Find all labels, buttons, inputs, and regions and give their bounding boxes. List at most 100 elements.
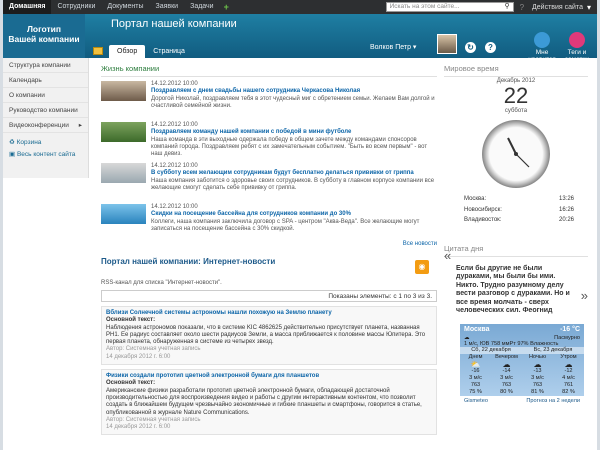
weather-city: Москва [464,325,490,333]
analog-clock [482,120,550,188]
all-content-link[interactable]: ▣ Весь контент сайта [3,149,88,161]
nav-home[interactable]: Домашняя [3,0,52,14]
list-item: 14.12.2012 10:00 Скидки на посещение басс… [101,204,437,243]
leftnav-management[interactable]: Руководство компании [3,103,88,118]
quote-prev-icon[interactable]: « [444,248,451,263]
help-circle-icon[interactable]: ? [485,42,496,53]
quote-next-icon[interactable]: » [581,288,588,303]
forecast-link[interactable]: Прогноз на 2 недели [526,398,580,404]
like-label-1: Мне [535,49,549,56]
forecast-humidity: 80 % [500,388,513,395]
forecast-humidity: 82 % [562,388,575,395]
weather-condition: Пасмурно [554,334,580,341]
chevron-down-icon[interactable]: ▾ [587,3,597,12]
like-button[interactable]: Мне нравится [523,32,561,63]
forecast-wind: 3 м/с [531,374,544,381]
list-item: Вблизи Солнечной системы астрономы нашли… [101,306,437,366]
leftnav-label: Руководство компании [9,107,78,114]
date-weekday: суббота [504,108,528,114]
feed-body: Американские физики разработали прототип… [106,387,422,416]
tz-city: Новосибирск: [464,206,502,213]
cloud-icon: ☁ [464,334,470,341]
forecast-wind: 4 м/с [562,374,575,381]
recycle-bin-label: Корзина [16,139,42,146]
search-icon[interactable]: ⚲ [504,3,509,11]
tags-label-1: Теги и [567,49,587,56]
leftnav-label: Видеоконференции [9,122,69,129]
list-item: 14.12.2012 10:00 В субботу всем желающим … [101,163,437,202]
leftnav-structure[interactable]: Структура компании [3,58,88,73]
help-icon[interactable]: ? [520,3,524,12]
recycle-bin-link[interactable]: ♻ Корзина [3,137,88,149]
feed-date: 14 декабря 2012 г. 6:00 [106,353,171,360]
forecast-day: Вс, 23 декабря [533,346,573,353]
feed-date: 14 декабря 2012 г. 6:00 [106,424,171,431]
search-placeholder: Искать на этом сайте... [389,3,460,10]
news-image[interactable] [101,81,146,101]
timezone-row: Владивосток: 20:26 [444,215,588,226]
nav-employees[interactable]: Сотрудники [51,0,101,14]
news-image[interactable] [101,122,146,142]
forecast-pressure: 763 [470,381,481,388]
news-title[interactable]: Поздравляем с днем свадьбы нашего сотруд… [151,88,437,95]
tab-overview[interactable]: Обзор [109,45,146,58]
news-image[interactable] [101,163,146,183]
rss-icon[interactable]: ◉ [415,260,429,274]
ribbon-tabs: Обзор Страница [93,45,193,58]
news-image[interactable] [101,204,146,224]
feed-author: Автор: Системная учетная запись [106,346,201,353]
all-content-label: Весь контент сайта [16,151,76,158]
feed-label: Основной текст: [106,380,156,387]
forecast-wind: 3 м/с [500,374,513,381]
leftnav-label: Календарь [9,77,42,84]
site-title[interactable]: Портал нашей компании [111,18,237,30]
weather-widget: Москва -16 °C ☁ Пасмурно 1 м/с, ЮВ 758 ммР… [460,323,584,406]
user-menu[interactable]: Волков Петр ▾ [370,43,416,51]
add-icon[interactable]: + [220,2,233,12]
top-navigation: Домашняя Сотрудники Документы Заявки Зад… [3,0,597,14]
left-navigation: Структура компании Календарь О компании … [3,58,89,178]
search-input[interactable]: Искать на этом сайте... ⚲ [385,2,514,12]
news-body: Наша команда в эти выходные одержала поб… [151,136,428,158]
forecast-humidity: 75 % [469,388,482,395]
chevron-right-icon: ▸ [78,122,82,129]
nav-documents[interactable]: Документы [101,0,149,14]
weather-provider-link[interactable]: Gismeteo [464,398,488,404]
rss-section-title: Портал нашей компании: Интернет-новости [101,257,276,266]
leftnav-calendar[interactable]: Календарь [3,73,88,88]
forecast-temp: -13 [533,367,542,374]
folder-icon[interactable] [93,47,103,55]
forecast-temp: -14 [502,367,511,374]
main-content: Жизнь компании 14.12.2012 10:00 Поздравля… [101,64,437,436]
quote-title: Цитата дня [444,244,588,257]
tz-time: 13:26 [558,196,574,202]
leftnav-video[interactable]: Видеоконференции ▸ [3,118,88,133]
news-title[interactable]: Поздравляем команду нашей компании с поб… [151,129,437,136]
rss-pager: Показаны элементы: с 1 по 3 из 3. [101,290,437,302]
nav-tasks[interactable]: Задачи [184,0,220,14]
sun-cloud-icon: ⛅ [470,359,481,369]
tags-notes-button[interactable]: Теги и заметки [558,32,596,63]
site-content-icon: ▣ [9,151,16,158]
avatar[interactable] [437,34,457,54]
cloud-icon: ☁ [564,359,573,369]
leftnav-label: О компании [9,92,45,99]
company-logo[interactable]: Логотип Вашей компании [3,14,85,58]
like-label-2: нравится [528,56,556,63]
refresh-icon[interactable]: ↻ [465,42,476,53]
news-title[interactable]: В субботу всем желающим сотрудникам буду… [151,170,437,177]
news-title[interactable]: Скидки на посещение бассейна для сотрудн… [151,211,437,218]
forecast-wind: 3 м/с [469,374,482,381]
forecast-temp: -12 [564,367,573,374]
weather-temp: -16 °C [560,325,580,333]
forecast-pressure: 763 [532,381,543,388]
tab-page[interactable]: Страница [145,45,193,58]
rss-description: RSS-канал для списка "Интернет-новости". [101,280,222,286]
site-actions-menu[interactable]: Действия сайта [528,4,587,11]
news-body: Коллеги, наша компания заключила договор… [151,218,420,232]
tz-time: 16:26 [558,206,574,213]
quote-text: Если бы другие не были дураками, мы были… [456,264,570,315]
feed-author: Автор: Системная учетная запись [106,416,201,423]
nav-requests[interactable]: Заявки [149,0,184,14]
leftnav-about[interactable]: О компании [3,88,88,103]
